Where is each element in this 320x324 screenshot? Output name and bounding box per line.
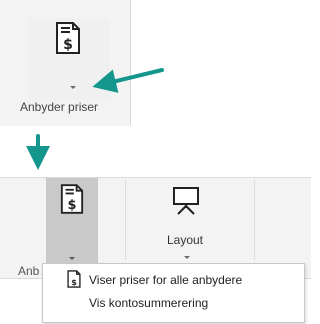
svg-text:$: $ <box>63 37 73 53</box>
price-document-icon: $ <box>56 22 80 54</box>
anbyder-priser-partial-label: Anb <box>18 264 40 278</box>
dropdown-arrow-icon[interactable] <box>69 257 75 260</box>
svg-text:$: $ <box>68 198 77 213</box>
menu-item-label: Vis kontosummerering <box>89 296 209 310</box>
price-document-icon: $ <box>60 184 84 214</box>
menu-item-vis-kontosummerering[interactable]: Vis kontosummerering <box>43 292 304 314</box>
dropdown-arrow-icon[interactable] <box>70 86 76 89</box>
anbyder-priser-label: Anbyder priser <box>20 100 99 114</box>
ribbon-separator <box>125 180 126 260</box>
dropdown-arrow-icon[interactable] <box>184 256 190 259</box>
presentation-easel-icon[interactable] <box>171 186 201 216</box>
price-document-icon: $ <box>67 270 81 288</box>
svg-text:$: $ <box>71 278 77 287</box>
menu-item-label: Viser priser for alle anbydere <box>89 273 243 287</box>
menu-item-vis-priser-alle[interactable]: $ Viser priser for alle anbydere <box>43 269 304 291</box>
dropdown-menu: $ Viser priser for alle anbydere Vis kon… <box>42 263 305 323</box>
ribbon-separator <box>254 180 255 260</box>
layout-button-label[interactable]: Layout <box>160 233 210 247</box>
